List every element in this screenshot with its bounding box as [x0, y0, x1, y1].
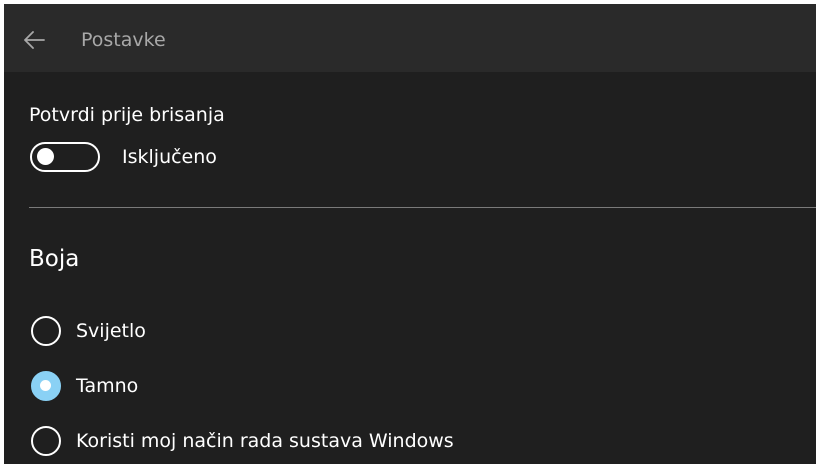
radio-option-windows-mode[interactable]: Koristi moj način rada sustava Windows	[31, 426, 454, 456]
radio-label-light: Svijetlo	[76, 320, 146, 342]
page-title: Postavke	[81, 29, 166, 51]
color-section-heading: Boja	[29, 246, 80, 272]
radio-option-dark[interactable]: Tamno	[31, 371, 138, 401]
back-button[interactable]	[16, 22, 52, 58]
confirm-delete-toggle-row[interactable]: Isključeno	[30, 142, 217, 172]
radio-option-light[interactable]: Svijetlo	[31, 316, 146, 346]
settings-window: Postavke Potvrdi prije brisanja Isključe…	[4, 4, 816, 464]
title-bar: Postavke	[4, 4, 816, 72]
radio-label-dark: Tamno	[76, 375, 139, 397]
radio-button-windows-mode[interactable]	[31, 426, 61, 456]
radio-button-light[interactable]	[31, 316, 61, 346]
radio-selected-dot	[40, 380, 51, 391]
radio-button-dark[interactable]	[31, 371, 61, 401]
radio-label-windows-mode: Koristi moj način rada sustava Windows	[76, 430, 454, 452]
confirm-delete-label: Potvrdi prije brisanja	[29, 104, 225, 126]
toggle-knob	[37, 148, 54, 165]
confirm-delete-toggle[interactable]	[30, 142, 100, 172]
toggle-state-label: Isključeno	[122, 146, 217, 168]
section-divider	[29, 207, 816, 208]
arrow-left-icon	[24, 31, 45, 49]
